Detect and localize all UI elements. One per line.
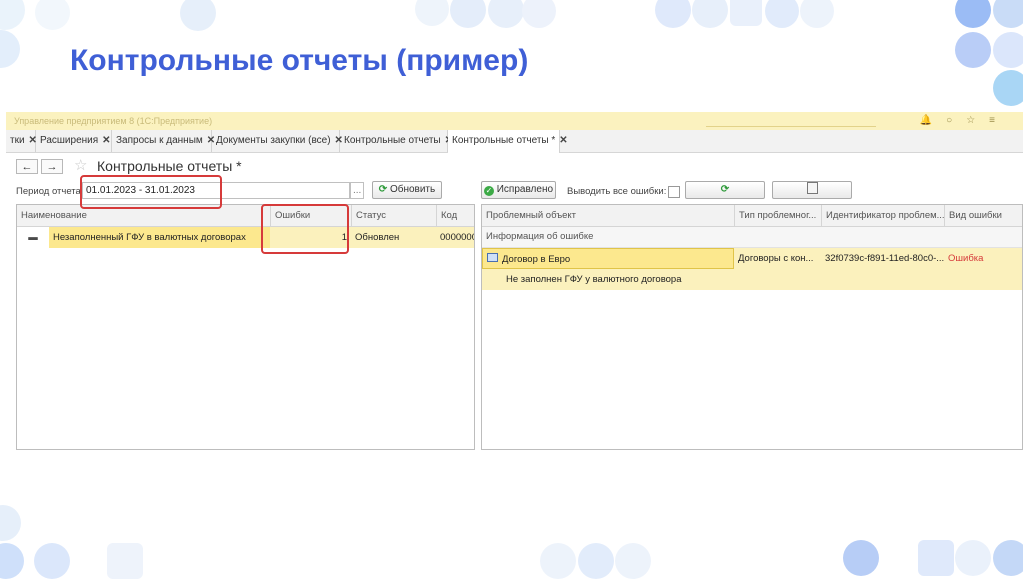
tab-purchase-docs[interactable]: Документы закупки (все) ✕ (212, 130, 343, 152)
app-top-strip: Управление предприятием 8 (1С:Предприяти… (6, 112, 1023, 130)
tab-label: Контрольные отчеты * (452, 135, 556, 146)
col-problem-object[interactable]: Проблемный объект (482, 205, 734, 226)
decor-circle (993, 540, 1023, 576)
decor-circle (655, 0, 691, 28)
table-header: Проблемный объект Тип проблемног... Иден… (482, 205, 1022, 227)
toolbar-icons[interactable]: 🔔○☆≡ (920, 115, 1009, 126)
decor-circle (488, 0, 524, 28)
close-icon[interactable]: ✕ (102, 135, 110, 146)
cell-id: 32f0739c-f891-11ed-80c0-... (825, 253, 944, 264)
tab-1[interactable]: тки ✕ (6, 130, 37, 152)
table-row-detail[interactable]: Не заполнен ГФУ у валютного договора (482, 269, 1022, 290)
decor-circle (0, 30, 20, 68)
cell-code: 0000000 (436, 227, 474, 248)
annotation-errors-box (261, 204, 349, 254)
decor-circle (0, 505, 21, 541)
slide-title: Контрольные отчеты (пример) (70, 44, 529, 77)
col-status[interactable]: Статус (351, 205, 436, 226)
col-problem-type[interactable]: Тип проблемног... (734, 205, 821, 226)
cell-info: Не заполнен ГФУ у валютного договора (506, 274, 682, 285)
app-caption: Управление предприятием 8 (1С:Предприяти… (14, 116, 213, 126)
col-problem-id[interactable]: Идентификатор проблем... (821, 205, 944, 226)
refresh-errors-button[interactable]: ⟳ (685, 181, 765, 199)
reports-table: Наименование Ошибки Статус Код ▬ Незапол… (16, 204, 475, 450)
refresh-label: Обновить (389, 184, 436, 195)
form-title: Контрольные отчеты * (97, 158, 242, 174)
tab-bar: тки ✕ Расширения ✕ Запросы к данным ✕ Докум… (6, 130, 1023, 153)
errors-table: Проблемный объект Тип проблемног... Иден… (481, 204, 1023, 450)
annotation-period-box (80, 175, 222, 209)
decor-circle (765, 0, 799, 28)
period-select-button[interactable]: ... (350, 182, 364, 199)
show-all-errors-checkbox[interactable] (668, 186, 680, 198)
refresh-icon: ⟳ (378, 184, 388, 195)
decor-circle (993, 32, 1023, 68)
fixed-label: Исправлено (496, 184, 554, 195)
tab-data-queries[interactable]: Запросы к данным ✕ (112, 130, 215, 152)
decor-circle (800, 0, 834, 28)
report-icon (806, 182, 818, 194)
decor-circle (955, 0, 991, 28)
tab-control-reports[interactable]: Контрольные отчеты✕ (340, 130, 453, 152)
cell-object: Договор в Евро (482, 248, 734, 269)
decor-circle (35, 0, 70, 30)
cell-status: Обновлен (351, 227, 436, 248)
decor-circle (415, 0, 449, 26)
table-subheader: Информация об ошибке (482, 227, 1022, 248)
refresh-button[interactable]: ⟳ Обновить (372, 181, 442, 199)
decor-circle (955, 540, 991, 576)
favorite-star-icon[interactable]: ☆ (74, 156, 87, 174)
decor-circle (993, 70, 1023, 106)
cell-kind: Ошибка (948, 253, 984, 264)
back-button[interactable]: ← (16, 159, 38, 174)
forward-button[interactable]: → (41, 159, 63, 174)
tab-label: Документы закупки (все) (216, 135, 331, 146)
col-error-kind[interactable]: Вид ошибки (944, 205, 1022, 226)
decor-square (918, 540, 954, 576)
object-label: Договор в Евро (502, 254, 571, 265)
decor-circle (180, 0, 216, 31)
col-code[interactable]: Код (436, 205, 474, 226)
error-info-header: Информация об ошибке (486, 231, 594, 242)
decor-circle (843, 540, 879, 576)
period-label: Период отчета: (16, 186, 84, 197)
tab-label: Расширения (40, 135, 99, 146)
refresh-icon: ⟳ (720, 184, 730, 195)
app-screenshot: Управление предприятием 8 (1С:Предприяти… (6, 112, 1023, 450)
fixed-button[interactable]: ✓ Исправлено (481, 181, 556, 199)
table-row[interactable]: ▬ Незаполненный ГФУ в валютных договорах… (17, 227, 474, 248)
cell-type: Договоры с кон... (738, 253, 814, 264)
close-icon[interactable]: ✕ (559, 135, 567, 146)
cell-name: Незаполненный ГФУ в валютных договорах (49, 227, 270, 248)
show-all-errors-label: Выводить все ошибки: (567, 186, 667, 197)
report-button[interactable] (772, 181, 852, 199)
table-row[interactable]: Договор в Евро Договоры с кон... 32f0739… (482, 248, 1022, 269)
document-icon (487, 253, 498, 262)
tab-label: Контрольные отчеты (344, 135, 441, 146)
tab-control-reports-active[interactable]: Контрольные отчеты * ✕ (448, 130, 568, 153)
check-circle-icon: ✓ (483, 186, 494, 196)
tab-label: тки (10, 135, 25, 146)
search-input[interactable] (706, 115, 876, 127)
row-marker-icon: ▬ (28, 232, 38, 243)
tab-extensions[interactable]: Расширения ✕ (36, 130, 112, 152)
decor-circle (993, 0, 1023, 28)
decor-circle (522, 0, 556, 28)
decor-square (730, 0, 762, 26)
decor-circle (692, 0, 728, 28)
decor-circle (0, 0, 25, 30)
decor-circle (955, 32, 991, 68)
decor-circle (450, 0, 486, 28)
tab-label: Запросы к данным (116, 135, 203, 146)
